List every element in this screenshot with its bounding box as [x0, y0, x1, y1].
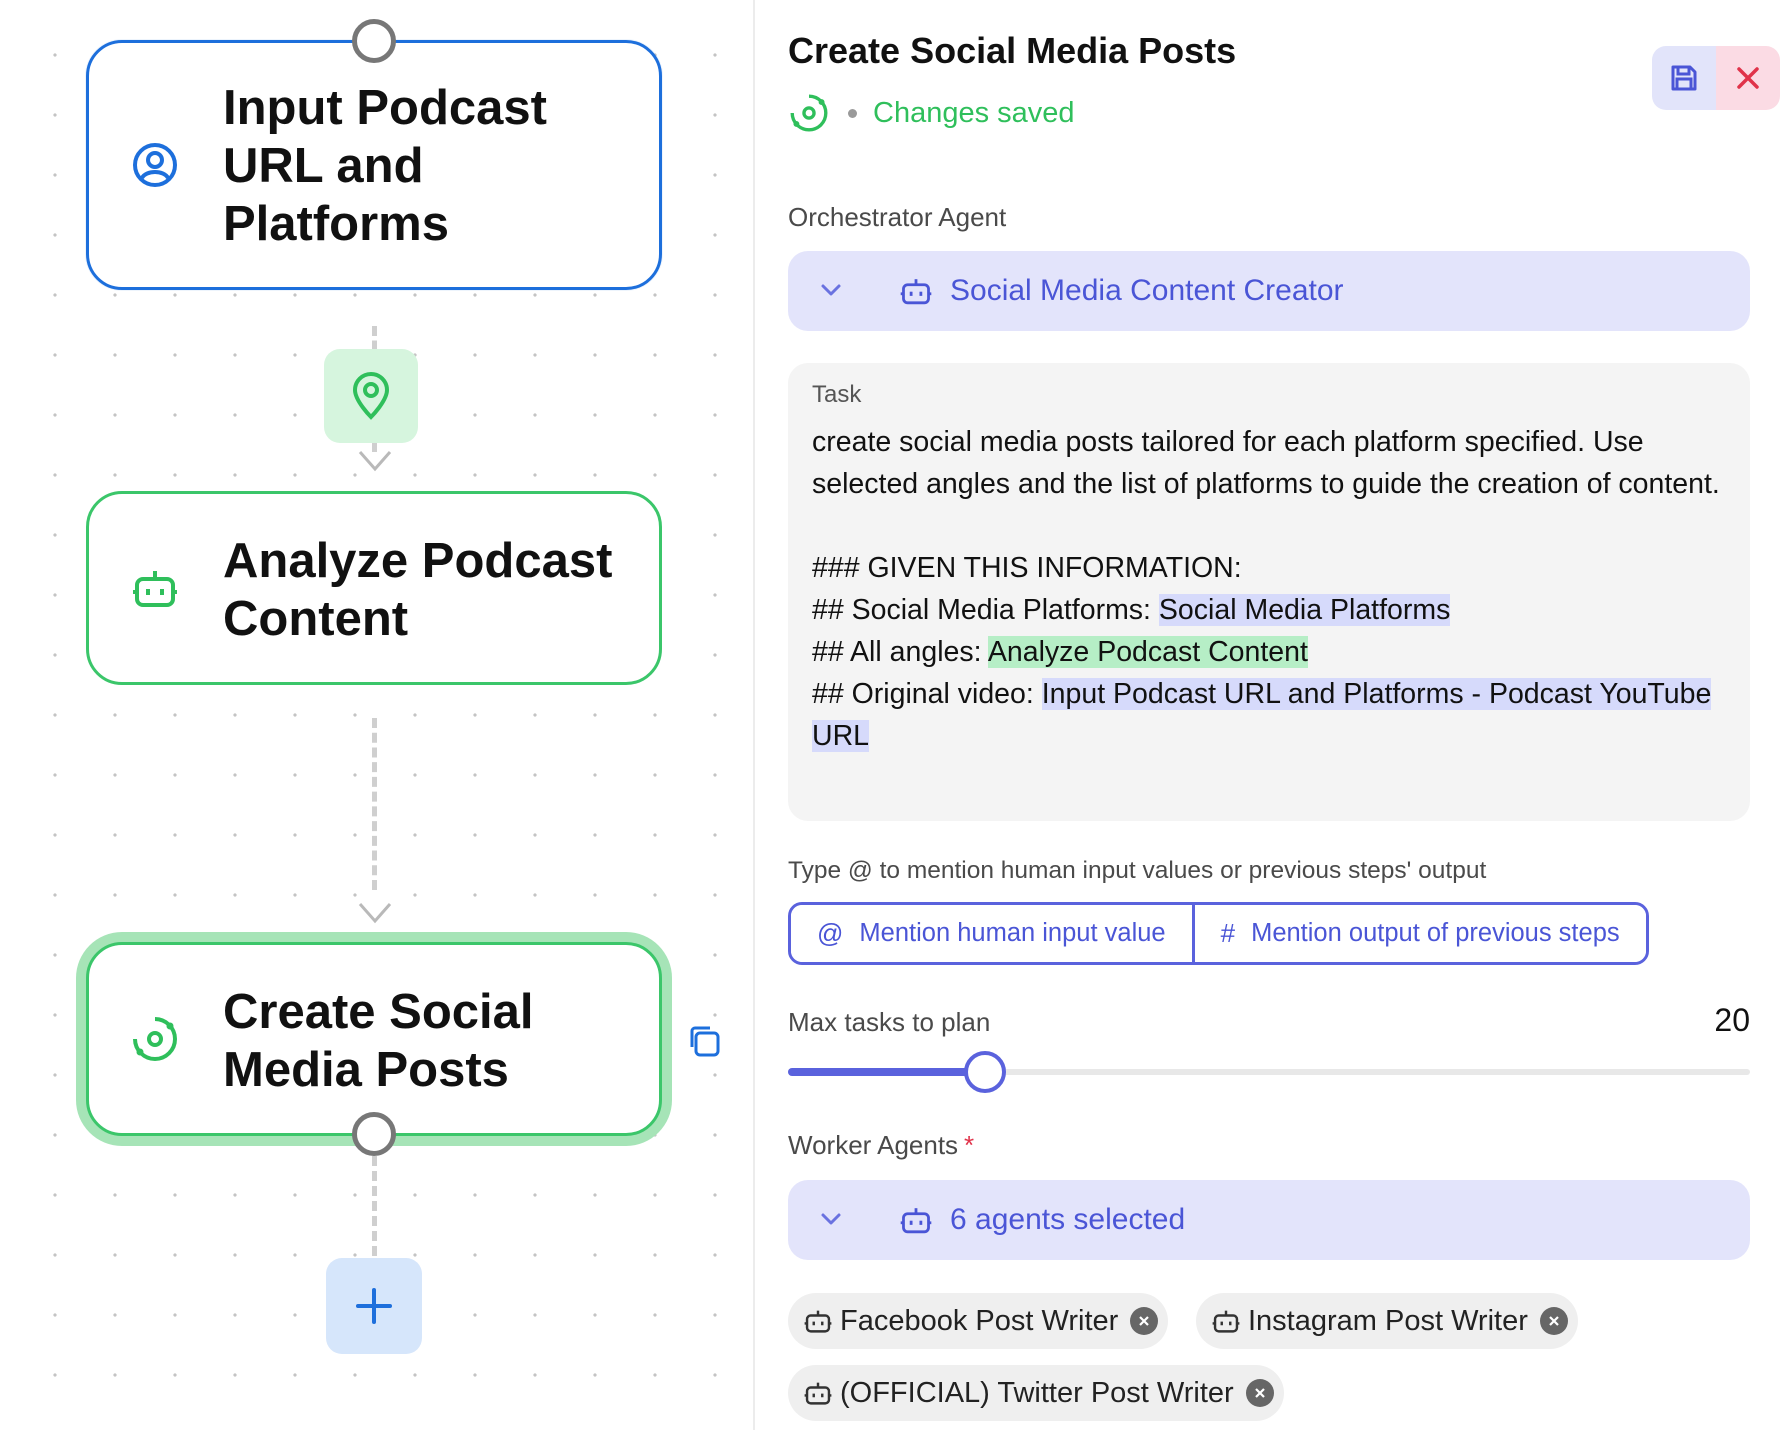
step-config-panel: Create Social Media Posts Changes saved — [757, 0, 1780, 1430]
edge-1-arrow — [358, 451, 392, 472]
mention-tag[interactable]: Analyze Podcast Content — [987, 636, 1308, 668]
robot-icon — [127, 560, 183, 616]
add-step-button[interactable] — [326, 1258, 422, 1354]
slider-thumb[interactable] — [964, 1051, 1006, 1093]
orchestrator-icon — [790, 94, 828, 132]
save-button[interactable] — [1652, 46, 1716, 110]
worker-agents-label: Worker Agents * — [788, 1130, 974, 1161]
agent-chip: Facebook Post Writer — [788, 1293, 1169, 1349]
save-status: Changes saved — [788, 92, 1075, 134]
node-output-handle[interactable] — [352, 1112, 396, 1156]
close-icon — [1737, 67, 1759, 89]
panel-title: Create Social Media Posts — [788, 30, 1237, 71]
agent-chip-label: Instagram Post Writer — [1248, 1304, 1528, 1337]
task-editor[interactable]: Task create social media posts tailored … — [788, 363, 1750, 821]
task-prefix: ## All angles: — [812, 636, 988, 668]
remove-chip-icon[interactable] — [1539, 1307, 1568, 1335]
mention-hint: Type @ to mention human input values or … — [788, 857, 1487, 884]
worker-agents-value: 6 agents selected — [950, 1203, 1186, 1236]
orchestrator-label: Orchestrator Agent — [788, 202, 1007, 232]
node-create-social-posts[interactable]: Create Social Media Posts — [86, 942, 662, 1136]
task-text[interactable]: create social media posts tailored for e… — [812, 421, 1726, 757]
agent-chip-label: (OFFICIAL) Twitter Post Writer — [840, 1376, 1234, 1409]
user-circle-icon — [127, 137, 183, 193]
robot-icon — [804, 1307, 832, 1335]
workflow-canvas[interactable]: Input Podcast URL and Platforms Analyze … — [0, 0, 755, 1430]
robot-icon — [1212, 1307, 1240, 1335]
agent-chip: Instagram Post Writer — [1196, 1293, 1578, 1349]
status-dot — [848, 108, 857, 118]
remove-chip-icon[interactable] — [1130, 1307, 1159, 1335]
hash-icon: # — [1220, 918, 1236, 948]
at-icon: @ — [817, 918, 844, 948]
panel-actions — [1652, 46, 1780, 110]
agent-chip-label: Facebook Post Writer — [840, 1304, 1119, 1337]
node-title: Analyze Podcast Content — [223, 534, 613, 646]
node-input-handle[interactable] — [352, 19, 396, 63]
mention-output-label: Mention output of previous steps — [1251, 919, 1620, 947]
task-line: create social media posts tailored for e… — [812, 426, 1720, 500]
robot-icon — [900, 279, 932, 305]
map-pin-icon — [352, 372, 390, 420]
max-tasks-value: 20 — [1714, 1002, 1750, 1038]
mention-tag[interactable]: Social Media Platforms — [1158, 594, 1451, 626]
close-button[interactable] — [1716, 46, 1780, 110]
max-tasks-slider[interactable] — [788, 1051, 1750, 1093]
chevron-down-icon — [821, 1213, 841, 1225]
edge-2 — [372, 718, 377, 890]
orchestrator-select[interactable]: Social Media Content Creator — [788, 251, 1750, 331]
remove-chip-icon[interactable] — [1245, 1379, 1274, 1407]
worker-agents-select[interactable]: 6 agents selected — [788, 1180, 1750, 1260]
plus-icon — [356, 1288, 392, 1324]
chevron-down-icon — [821, 284, 841, 296]
slider-fill — [788, 1068, 985, 1076]
mention-buttons: @ Mention human input value # Mention ou… — [788, 902, 1649, 965]
node-analyze-podcast[interactable]: Analyze Podcast Content — [86, 491, 662, 685]
node-title: Input Podcast URL and Platforms — [223, 81, 547, 251]
save-icon — [1671, 65, 1697, 91]
mention-output-button[interactable]: # Mention output of previous steps — [1191, 905, 1646, 962]
node-input-podcast[interactable]: Input Podcast URL and Platforms — [86, 40, 662, 290]
duplicate-icon[interactable] — [686, 1023, 722, 1059]
task-prefix: ## Original video: — [812, 678, 1042, 710]
mention-human-button[interactable]: @ Mention human input value — [791, 905, 1192, 962]
worker-agents-label-text: Worker Agents — [788, 1130, 959, 1160]
edge-3 — [372, 1156, 377, 1256]
max-tasks-label: Max tasks to plan — [788, 1007, 991, 1037]
robot-icon — [900, 1208, 932, 1234]
condition-button[interactable] — [324, 349, 418, 443]
orchestrator-value: Social Media Content Creator — [950, 274, 1344, 307]
edge-2-arrow — [358, 903, 392, 924]
task-prefix: ## Social Media Platforms: — [812, 594, 1159, 626]
orchestrator-icon — [127, 1011, 183, 1067]
task-header: ### GIVEN THIS INFORMATION: — [812, 552, 1242, 584]
required-marker: * — [964, 1130, 975, 1160]
status-text: Changes saved — [873, 96, 1075, 129]
node-title: Create Social Media Posts — [223, 985, 534, 1097]
agent-chip: (OFFICIAL) Twitter Post Writer — [788, 1365, 1284, 1421]
robot-icon — [804, 1379, 832, 1407]
task-label: Task — [812, 381, 862, 408]
mention-human-label: Mention human input value — [859, 919, 1166, 947]
